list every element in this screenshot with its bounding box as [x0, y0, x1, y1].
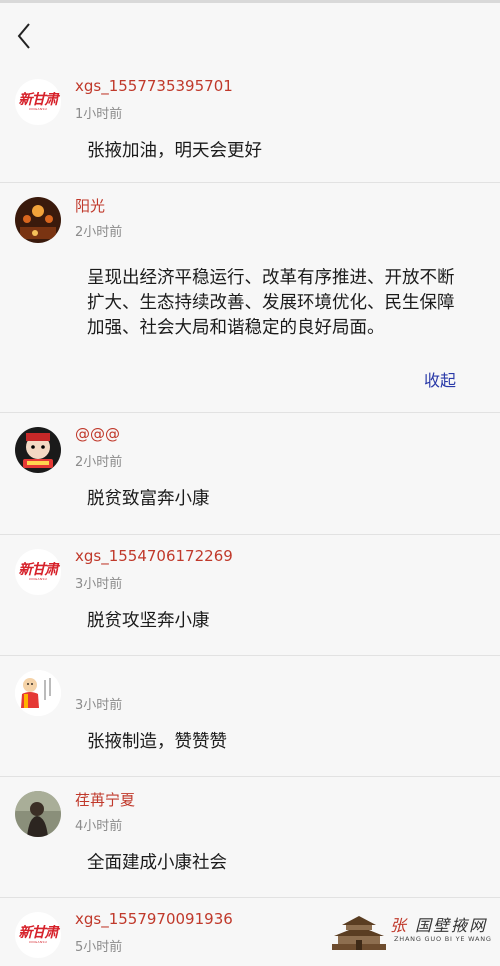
comment-text: 呈现出经济平稳运行、改革有序推进、开放不断扩大、生态持续改善、发展环境优化、民生…	[87, 268, 455, 338]
monk-illustration-icon	[15, 670, 61, 716]
avatar[interactable]	[15, 197, 61, 243]
avatar[interactable]: 新甘肃 XINGANSU	[15, 549, 61, 595]
comment-text: 张掖加油，明天会更好	[87, 141, 262, 161]
comment-item: @@@ 2小时前 脱贫致富奔小康	[0, 412, 500, 534]
comment-username[interactable]: 阳光	[75, 195, 105, 216]
comment-time: 4小时前	[75, 819, 123, 834]
comment-item: 新甘肃 XINGANSU xgs_1557735395701 1小时前 张掖加油，…	[0, 65, 500, 182]
comment-text: 全面建成小康社会	[87, 853, 227, 873]
comment-username[interactable]: xgs_1554706172269	[75, 547, 233, 565]
avatar[interactable]	[15, 791, 61, 837]
pagoda-tower-icon	[332, 916, 386, 950]
comment-text: 张掖制造，赞赞赞	[87, 732, 227, 752]
comment-username[interactable]: @@@	[75, 425, 120, 443]
newspaper-logo-icon: 新甘肃 XINGANSU	[15, 549, 61, 595]
collapse-link[interactable]: 收起	[424, 367, 456, 391]
comment-time: 3小时前	[75, 698, 123, 713]
comment-item: 3小时前 张掖制造，赞赞赞	[0, 655, 500, 776]
watermark: 张 国壁掖网 ZHANG GUO BI YE WANG	[330, 908, 495, 956]
watermark-name: 张 国壁掖网	[390, 916, 488, 935]
user-photo-icon	[15, 791, 61, 837]
cartoon-avatar-icon	[15, 427, 61, 473]
newspaper-logo-icon: 新甘肃 XINGANSU	[15, 79, 61, 125]
comment-time: 2小时前	[75, 455, 123, 470]
comment-text: 脱贫致富奔小康	[87, 489, 210, 509]
comment-username[interactable]: xgs_1557735395701	[75, 77, 233, 95]
comment-time: 1小时前	[75, 107, 123, 122]
comment-time: 5小时前	[75, 940, 123, 955]
back-button[interactable]	[8, 17, 42, 51]
chevron-left-icon	[17, 23, 30, 49]
comment-time: 3小时前	[75, 577, 123, 592]
comment-item: 新甘肃 XINGANSU xgs_1554706172269 3小时前 脱贫攻坚奔…	[0, 534, 500, 655]
avatar[interactable]: 新甘肃 XINGANSU	[15, 912, 61, 958]
watermark-subtitle: ZHANG GUO BI YE WANG	[394, 935, 492, 943]
comment-text: 脱贫攻坚奔小康	[87, 611, 210, 631]
newspaper-logo-icon: 新甘肃 XINGANSU	[15, 912, 61, 958]
header-bar	[0, 3, 500, 65]
comment-time: 2小时前	[75, 225, 123, 240]
comment-item: 荏苒宁夏 4小时前 全面建成小康社会	[0, 776, 500, 897]
comment-username[interactable]: 荏苒宁夏	[75, 789, 135, 810]
user-photo-icon	[15, 197, 61, 243]
avatar[interactable]	[15, 670, 61, 716]
comment-username[interactable]: xgs_1557970091936	[75, 910, 233, 928]
avatar[interactable]	[15, 427, 61, 473]
comment-item: 阳光 2小时前 呈现出经济平稳运行、改革有序推进、开放不断扩大、生态持续改善、发…	[0, 182, 500, 412]
avatar[interactable]: 新甘肃 XINGANSU	[15, 79, 61, 125]
